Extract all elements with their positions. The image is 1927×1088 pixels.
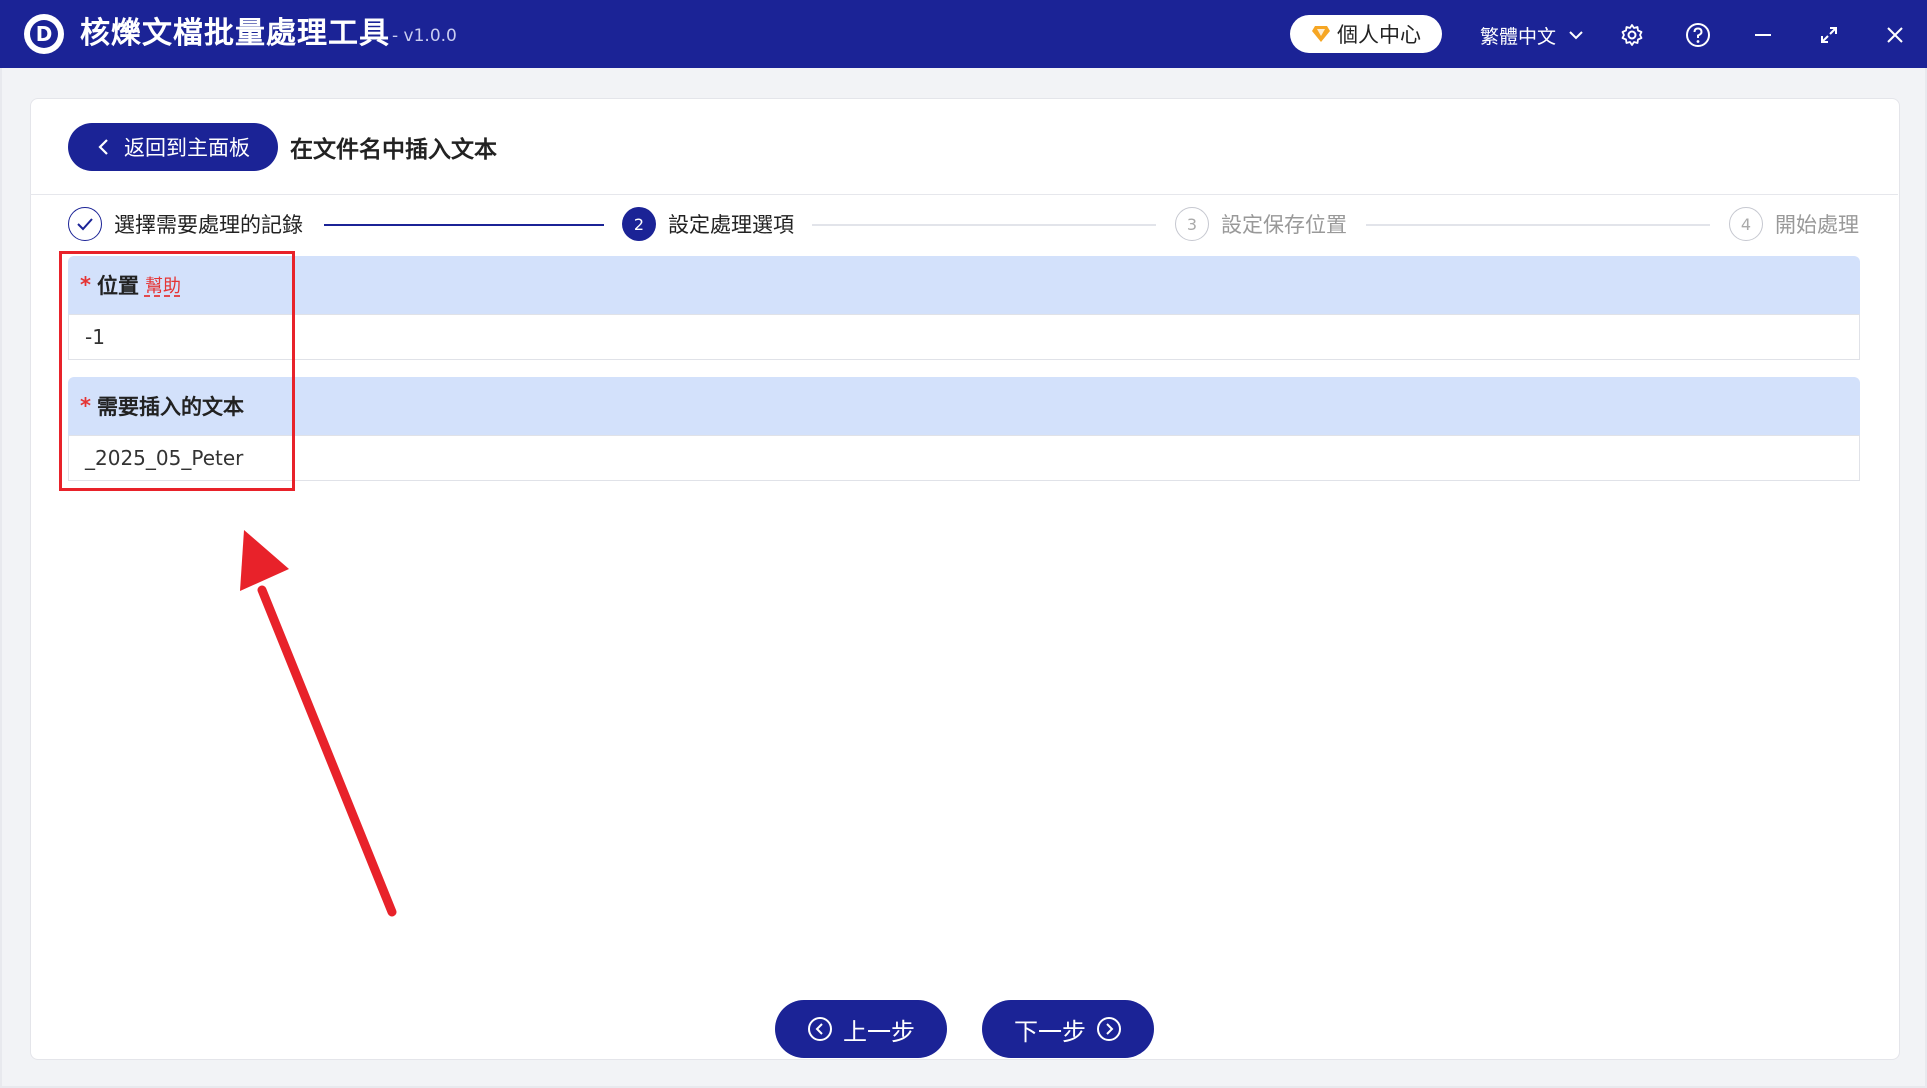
annotation-arrow <box>240 530 397 917</box>
circle-chevron-left-icon <box>808 1017 832 1041</box>
previous-step-label: 上一步 <box>843 1017 915 1046</box>
circle-chevron-right-icon <box>1097 1017 1121 1041</box>
previous-step-button[interactable]: 上一步 <box>775 1000 947 1058</box>
next-step-button[interactable]: 下一步 <box>982 1000 1154 1058</box>
next-step-label: 下一步 <box>1014 1017 1086 1046</box>
